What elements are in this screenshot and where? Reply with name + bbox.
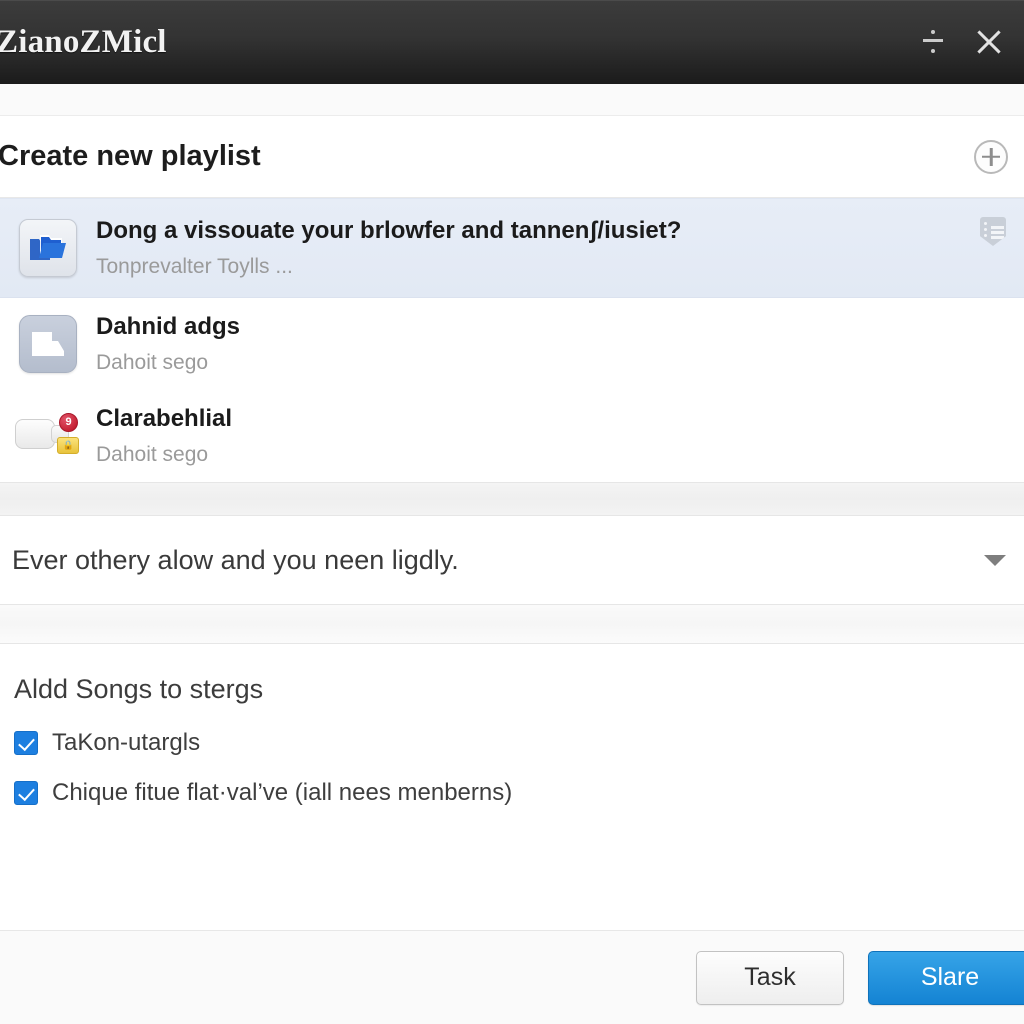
photo-tile-icon [19,315,77,373]
playlist-list: Dong a vissouate your brlowfer and tanne… [0,198,1024,482]
list-item-subtitle: Dahoit sego [96,443,209,467]
dropdown-value: Ever othery alow and you neen ligdly. [12,544,459,575]
list-item[interactable]: Dahnid adgs Dahoit sego [0,298,1024,390]
notification-badge: 9 [59,413,78,432]
app-window: ZianoZMicl Create new playlist Dong a vi… [0,0,1024,1024]
title-bar: ZianoZMicl [0,0,1024,84]
add-songs-heading: Aldd Songs to stergs [14,674,264,704]
list-item-title: Clarabehlial [96,405,233,433]
privacy-dropdown[interactable]: Ever othery alow and you neen ligdly. [0,516,1024,604]
divide-menu-icon [920,27,946,57]
footer-actions: Task Slare [0,930,1024,1024]
list-item-icon-wrap: 9 🔒 [0,411,96,461]
list-item-subtitle: Tonprevalter Toylls ... [96,255,293,279]
device-body [15,419,55,449]
page-title: Create new playlist [0,140,261,172]
checkbox-label: TaKon-utargls [52,729,201,756]
checkbox-row[interactable]: Chique fitue flat·val’ve (iall nees menb… [14,779,1006,807]
checkbox-row[interactable]: TaKon-utargls [14,729,1006,757]
close-button[interactable] [972,25,1006,59]
folder-stack-glyph [30,235,66,260]
list-item-text: Dong a vissouate your brlowfer and tanne… [96,216,976,279]
titlebar-underlay [0,84,1024,116]
list-item-title: Dahnid adgs [96,313,241,341]
list-item-text: Clarabehlial Dahoit sego [96,404,1010,467]
section-divider-top [0,482,1024,516]
device-icon: 9 🔒 [15,411,81,461]
list-item-icon-wrap [0,315,96,373]
list-item-title: Dong a vissouate your brlowfer and tanne… [96,217,682,245]
checkbox-label: Chique fitue flat·val’ve (iall nees menb… [52,779,513,806]
list-item[interactable]: Dong a vissouate your brlowfer and tanne… [0,198,1024,298]
share-button[interactable]: Slare [868,950,1024,1005]
list-item-badge[interactable] [976,217,1010,246]
folder-stack-icon [19,219,77,277]
checkbox-takon-utargls[interactable] [14,731,38,755]
close-icon [972,25,1006,59]
photo-glyph [32,332,64,356]
list-item-text: Dahnid adgs Dahoit sego [96,312,1010,375]
app-title: ZianoZMicl [0,23,167,60]
title-bar-actions [920,25,1006,59]
create-playlist-header: Create new playlist [0,116,1024,198]
list-shield-icon [980,217,1006,246]
section-divider-bottom [0,604,1024,644]
add-playlist-button[interactable] [974,139,1008,174]
list-item-icon-wrap [0,219,96,277]
list-item-subtitle: Dahoit sego [96,351,209,375]
checkbox-chique-fitue[interactable] [14,781,38,805]
lock-icon: 🔒 [57,437,79,454]
task-button[interactable]: Task [696,950,844,1005]
list-item[interactable]: 9 🔒 Clarabehlial Dahoit sego [0,390,1024,482]
overflow-menu-button[interactable] [920,27,946,57]
chevron-down-icon [984,554,1006,566]
add-songs-section: Aldd Songs to stergs TaKon-utargls Chiqu… [0,644,1024,930]
